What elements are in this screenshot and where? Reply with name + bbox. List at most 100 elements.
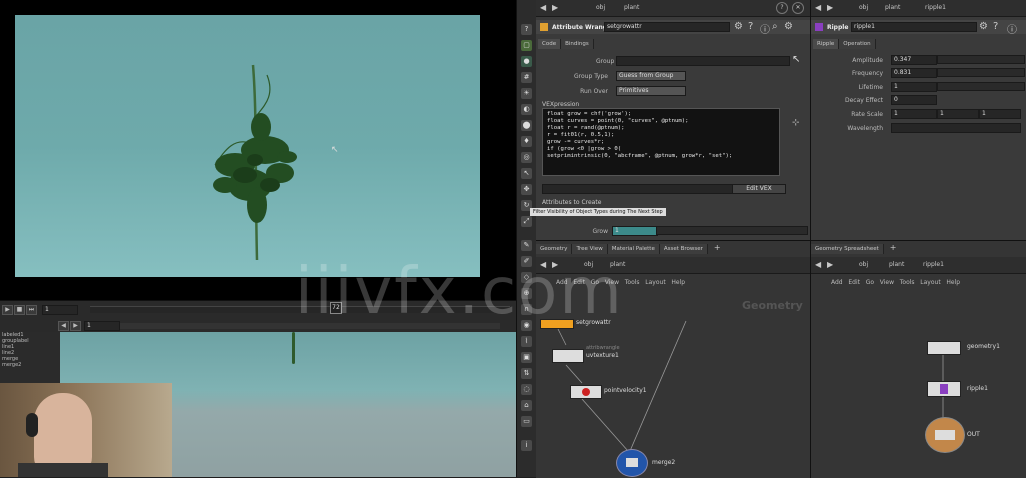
group-type-dropdown[interactable]: Guess from Group bbox=[616, 71, 686, 81]
back-icon[interactable]: ◀ bbox=[815, 3, 821, 12]
scale-icon[interactable]: ⤢ bbox=[521, 216, 532, 227]
plant-path-link[interactable]: plant bbox=[885, 4, 900, 11]
frequency-field[interactable]: 0.831 bbox=[891, 68, 937, 78]
node-label: geometry1 bbox=[967, 343, 1000, 350]
light-bulb-icon[interactable]: ♦ bbox=[521, 136, 532, 147]
rate-scale-field-z[interactable]: 1 bbox=[979, 109, 1021, 119]
node-ripple1[interactable] bbox=[927, 381, 961, 397]
code-line: float grow = chf('grow'); bbox=[547, 111, 632, 117]
amplitude-field[interactable]: 0.347 bbox=[891, 55, 937, 65]
camera-icon[interactable]: ◐ bbox=[521, 104, 532, 115]
ripple-node-flag-icon bbox=[940, 384, 948, 394]
select-icon[interactable]: ↖ bbox=[521, 168, 532, 179]
gear-icon[interactable]: ⚙ bbox=[979, 21, 988, 32]
webcam-overlay bbox=[0, 383, 172, 477]
group-label: Group bbox=[596, 58, 615, 65]
ripple-tabs: Ripple Operation bbox=[813, 39, 876, 49]
node-pointvelocity1[interactable] bbox=[570, 385, 602, 399]
transform-icon[interactable]: ✥ bbox=[521, 184, 532, 195]
wire-icon[interactable]: ⌇ bbox=[521, 336, 532, 347]
start-frame-field[interactable]: 1 bbox=[84, 321, 120, 331]
stop-icon[interactable]: ■ bbox=[14, 305, 25, 315]
lifetime-slider[interactable] bbox=[937, 82, 1025, 91]
network-editor-right[interactable]: Geometry Spreadsheet + ◀ ▶ obj plant rip… bbox=[810, 240, 1026, 478]
grid-icon[interactable]: # bbox=[521, 72, 532, 83]
code-line: setprimintrinsic(0, "abcframe", @ptnum, … bbox=[547, 153, 733, 159]
pin-icon[interactable]: ⬤ bbox=[521, 120, 532, 131]
group-field[interactable] bbox=[616, 56, 790, 66]
current-frame-field[interactable]: 1 bbox=[42, 305, 78, 315]
viewport-canvas[interactable]: ↖ bbox=[15, 15, 480, 277]
run-over-label: Run Over bbox=[580, 88, 608, 95]
node-wires-right bbox=[942, 353, 944, 421]
node-merge2[interactable] bbox=[616, 449, 648, 477]
headphones bbox=[26, 413, 38, 437]
arrow-select-icon[interactable]: ↖ bbox=[792, 54, 800, 65]
render-icon[interactable]: ▣ bbox=[521, 352, 532, 363]
tab-ripple[interactable]: Ripple bbox=[813, 39, 840, 49]
code-line: if (grow <0 |grow > 0( bbox=[547, 146, 622, 152]
grow-field[interactable]: 1 bbox=[612, 226, 658, 236]
decay-field[interactable]: 0 bbox=[891, 95, 937, 105]
wrangle-input[interactable] bbox=[542, 184, 736, 194]
plant-stem bbox=[292, 332, 295, 364]
close-pane-icon[interactable]: ✕ bbox=[792, 2, 804, 14]
sphere-icon[interactable]: ● bbox=[521, 56, 532, 67]
globe-icon[interactable]: ◎ bbox=[521, 152, 532, 163]
wavelength-field[interactable] bbox=[891, 123, 1021, 133]
frequency-slider[interactable] bbox=[937, 68, 1025, 77]
edit-vex-button[interactable]: Edit VEX bbox=[732, 184, 786, 194]
tab-operation[interactable]: Operation bbox=[839, 39, 876, 49]
flip-icon[interactable]: ⇅ bbox=[521, 368, 532, 379]
grow-slider[interactable] bbox=[656, 226, 808, 235]
tab-code[interactable]: Code bbox=[538, 39, 562, 49]
forward-nav-icon[interactable]: ▶ bbox=[552, 3, 558, 12]
settings-icon[interactable]: ⚙ bbox=[784, 21, 793, 32]
info-button-icon[interactable]: ⓘ bbox=[1007, 21, 1017, 36]
info-icon[interactable]: i bbox=[521, 440, 532, 451]
brush-icon[interactable]: ✎ bbox=[521, 240, 532, 251]
node-label: pointvelocity1 bbox=[604, 387, 647, 394]
home-icon[interactable]: ⌂ bbox=[521, 400, 532, 411]
forward-nav-icon[interactable]: ▶ bbox=[827, 3, 833, 12]
gear-icon[interactable]: ⚙ bbox=[734, 21, 743, 32]
ripple-path-link[interactable]: ripple1 bbox=[925, 4, 946, 11]
lifetime-field[interactable]: 1 bbox=[891, 82, 937, 92]
light-icon[interactable]: ☀ bbox=[521, 88, 532, 99]
search-icon[interactable]: ⌕ bbox=[772, 21, 778, 32]
pin-toggle-icon[interactable]: ? bbox=[776, 2, 788, 14]
play-icon[interactable]: ▶ bbox=[2, 305, 13, 315]
help-button-icon[interactable]: ? bbox=[993, 21, 998, 32]
back-icon[interactable]: ◀ bbox=[540, 3, 546, 12]
run-over-dropdown[interactable]: Primitives bbox=[616, 86, 686, 96]
step-forward-icon[interactable]: ⏭ bbox=[26, 305, 37, 315]
help-button-icon[interactable]: ? bbox=[748, 21, 753, 32]
plant-path-link[interactable]: plant bbox=[624, 4, 639, 11]
node-out[interactable] bbox=[925, 417, 965, 453]
obj-path-link[interactable]: obj bbox=[596, 4, 605, 11]
group-type-label: Group Type bbox=[574, 73, 608, 80]
ripple-parameter-pane: ◀ ▶ obj plant ripple1 Ripple ripple1 ⚙ ?… bbox=[810, 0, 1026, 240]
vex-code-editor[interactable]: float grow = chf('grow'); float curves =… bbox=[542, 108, 780, 176]
forward-icon[interactable]: ▶ bbox=[70, 321, 81, 331]
list-item[interactable]: merge2 bbox=[0, 362, 60, 368]
code-line: float curves = point(0, "curves", @ptnum… bbox=[547, 118, 689, 124]
tab-bindings[interactable]: Bindings bbox=[561, 39, 594, 49]
node-geometry1[interactable] bbox=[927, 341, 961, 355]
node-uvtexture1[interactable] bbox=[552, 349, 584, 363]
wrangle-node-icon bbox=[540, 23, 548, 31]
node-name-field[interactable]: setgrowattr bbox=[604, 22, 730, 32]
info-button-icon[interactable]: ⓘ bbox=[760, 21, 770, 36]
vexpression-label: VEXpression bbox=[542, 101, 580, 108]
box-icon[interactable]: ▢ bbox=[521, 40, 532, 51]
rate-scale-field-y[interactable]: 1 bbox=[937, 109, 979, 119]
help-icon[interactable]: ? bbox=[521, 24, 532, 35]
amplitude-slider[interactable] bbox=[937, 55, 1025, 64]
obj-path-link[interactable]: obj bbox=[859, 4, 868, 11]
eye-icon[interactable]: ◌ bbox=[521, 384, 532, 395]
frame-icon[interactable]: ▭ bbox=[521, 416, 532, 427]
node-name-field[interactable]: ripple1 bbox=[851, 22, 977, 32]
rewind-icon[interactable]: ◀ bbox=[58, 321, 69, 331]
rate-scale-field-x[interactable]: 1 bbox=[891, 109, 937, 119]
add-spare-icon[interactable]: ⊹ bbox=[792, 118, 800, 128]
